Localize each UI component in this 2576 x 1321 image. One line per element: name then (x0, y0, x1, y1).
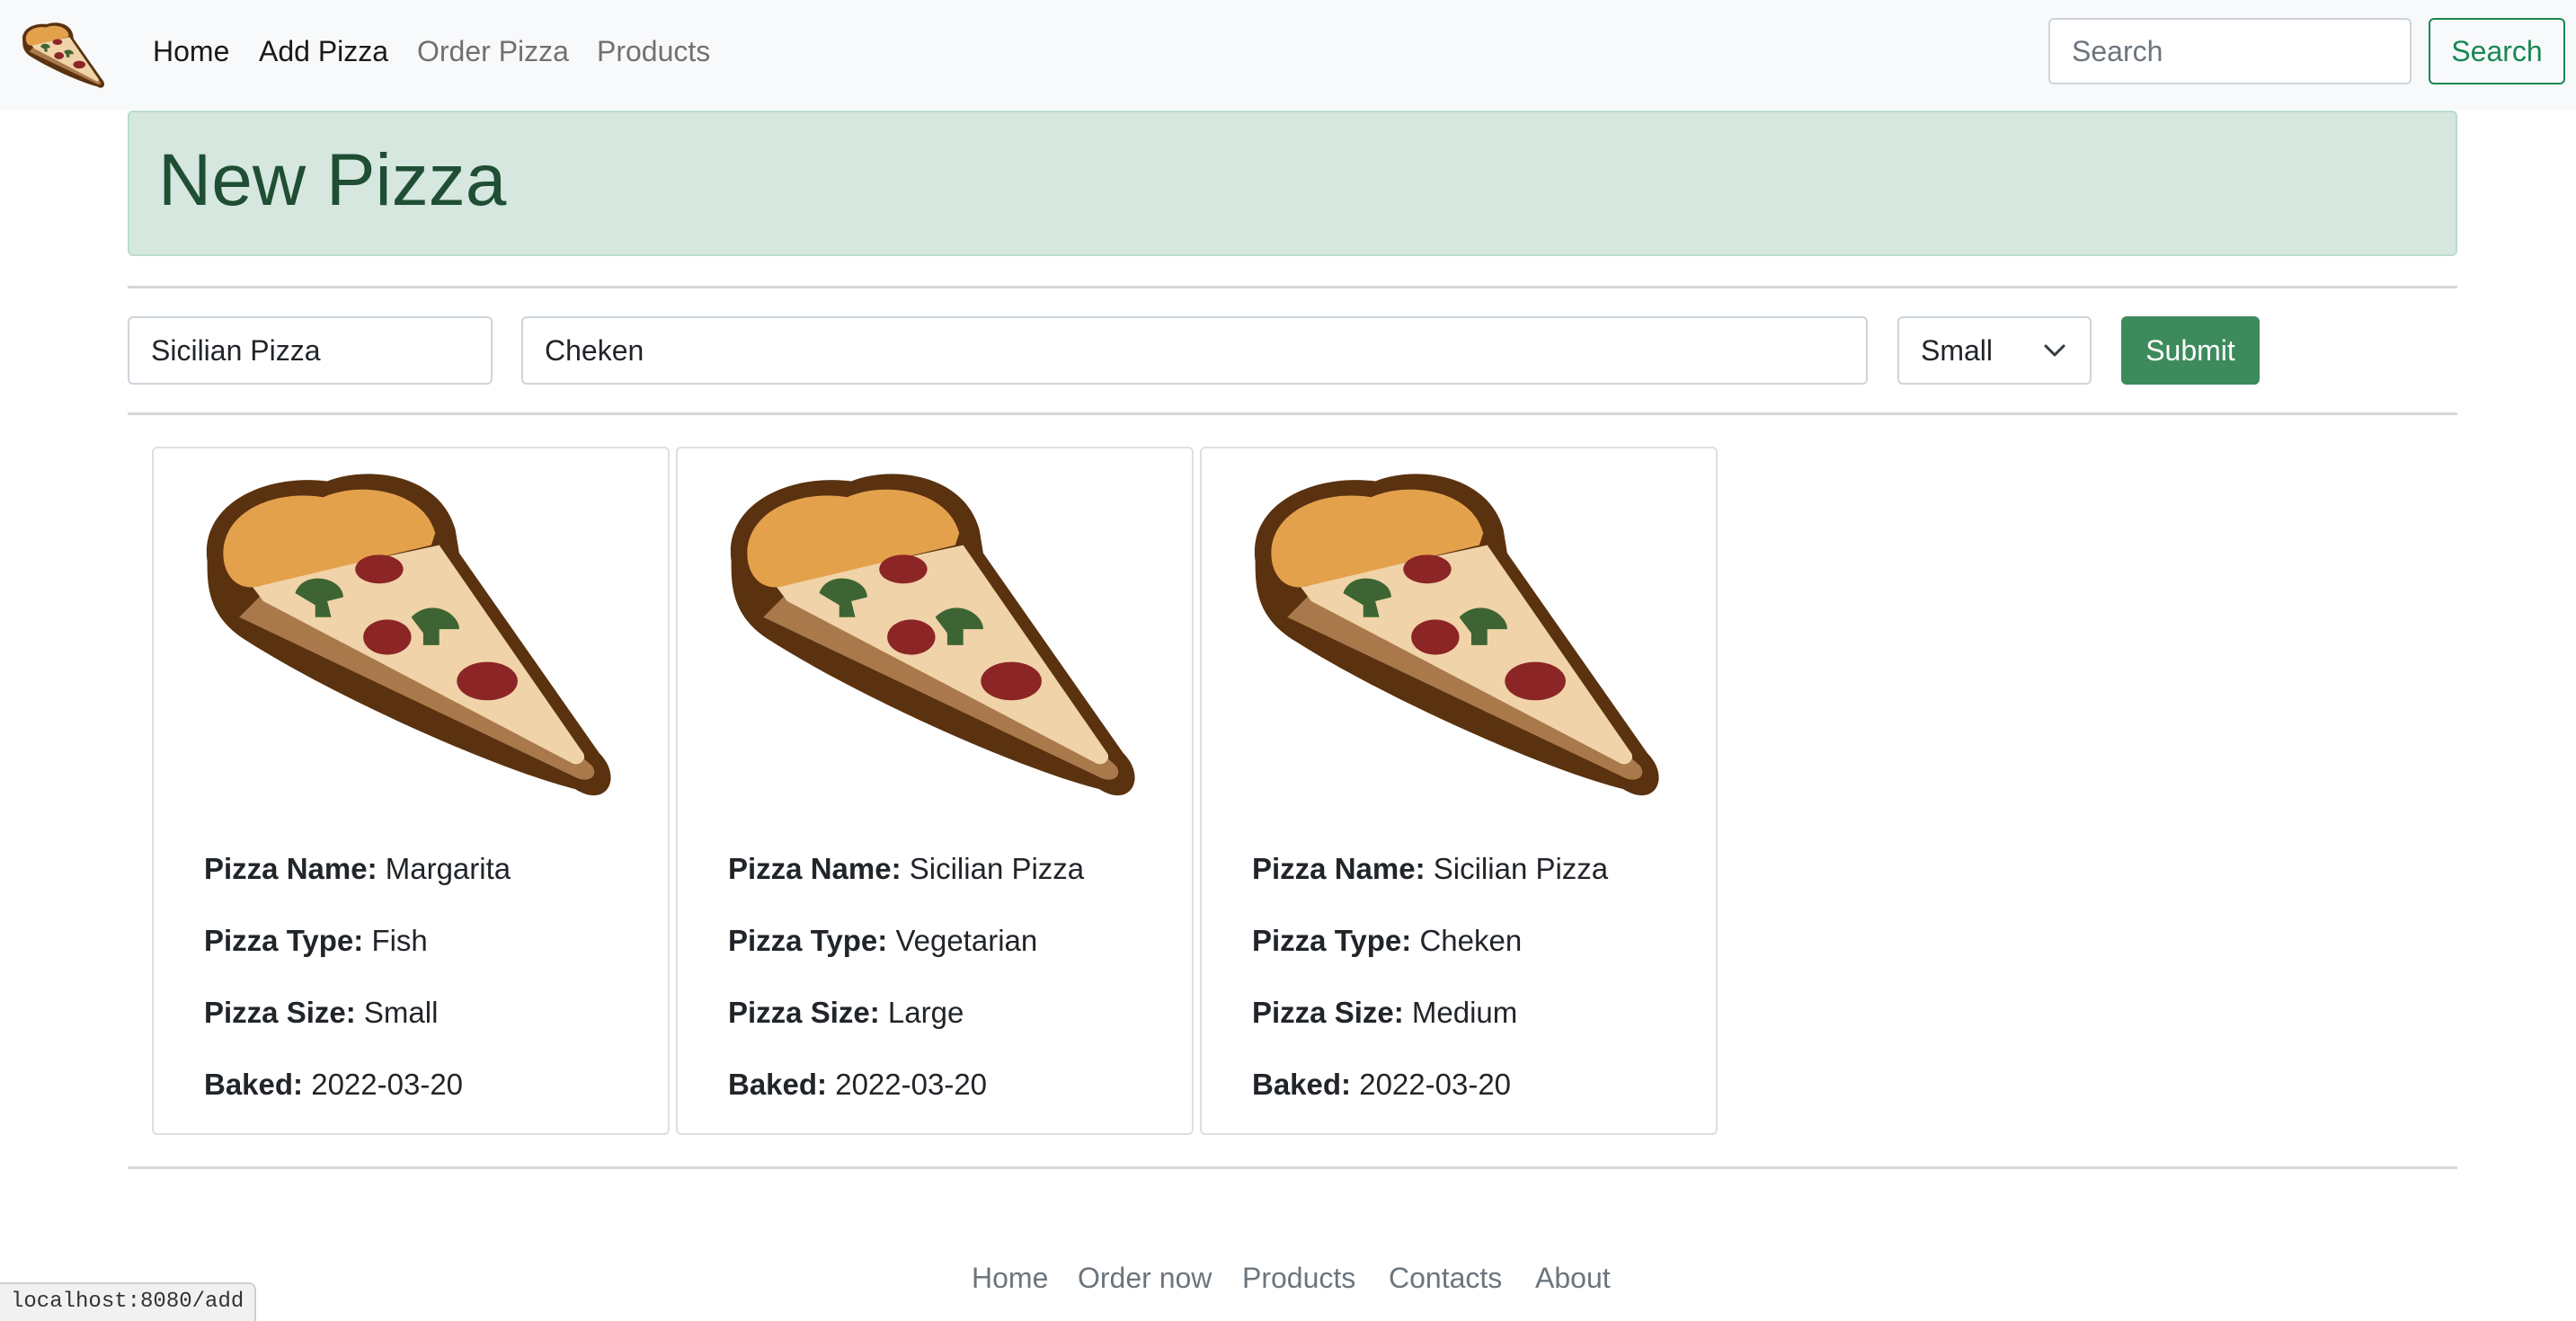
submit-button[interactable]: Submit (2121, 316, 2260, 385)
pizza-type-row: Pizza Type: Cheken (1252, 924, 1523, 957)
footer-link-order-now[interactable]: Order now (1078, 1258, 1212, 1298)
page-title: New Pizza (158, 139, 507, 221)
search-button[interactable]: Search (2429, 18, 2565, 84)
nav-order-pizza[interactable]: Order Pizza (417, 29, 569, 74)
pizza-slice-icon (206, 474, 611, 796)
page-header: New Pizza (128, 111, 2457, 256)
divider (128, 412, 2457, 415)
pizza-slice-icon (730, 474, 1135, 796)
pizza-size-row: Pizza Size: Small (204, 996, 439, 1029)
pizza-baked-row: Baked: 2022-03-20 (204, 1068, 464, 1101)
nav-add-pizza[interactable]: Add Pizza (259, 29, 388, 74)
pizza-baked-row: Baked: 2022-03-20 (728, 1068, 988, 1101)
pizza-type-row: Pizza Type: Vegetarian (728, 924, 1038, 957)
pizza-name-row: Pizza Name: Sicilian Pizza (728, 852, 1085, 885)
search-input[interactable] (2048, 18, 2412, 84)
pizza-slice-icon (1254, 474, 1659, 796)
nav-home[interactable]: Home (153, 29, 229, 74)
status-bar-url: localhost:8080/add (0, 1282, 257, 1321)
nav-products[interactable]: Products (597, 29, 710, 74)
pizza-size-row: Pizza Size: Large (728, 996, 964, 1029)
chevron-down-icon (2044, 344, 2065, 357)
pizza-baked-row: Baked: 2022-03-20 (1252, 1068, 1512, 1101)
footer-link-about[interactable]: About (1535, 1258, 1611, 1298)
pizza-card: Pizza Name: Margarita Pizza Type: Fish P… (152, 447, 670, 1135)
pizza-slice-icon[interactable] (16, 13, 113, 99)
footer-link-home[interactable]: Home (972, 1258, 1048, 1298)
pizza-name-row: Pizza Name: Sicilian Pizza (1252, 852, 1609, 885)
divider (128, 286, 2457, 288)
pizza-name-row: Pizza Name: Margarita (204, 852, 511, 885)
footer-link-contacts[interactable]: Contacts (1389, 1258, 1502, 1298)
divider (128, 1166, 2457, 1169)
navbar: Home Add Pizza Order Pizza Products Sear… (0, 0, 2576, 110)
pizza-card: Pizza Name: Sicilian Pizza Pizza Type: V… (676, 447, 1194, 1135)
pizza-size-selected: Small (1921, 334, 1994, 367)
pizza-card: Pizza Name: Sicilian Pizza Pizza Type: C… (1200, 447, 1718, 1135)
pizza-size-select[interactable]: Small (1897, 316, 2092, 385)
pizza-name-input[interactable]: Sicilian Pizza (128, 316, 493, 385)
pizza-type-input[interactable]: Cheken (521, 316, 1868, 385)
pizza-size-row: Pizza Size: Medium (1252, 996, 1518, 1029)
footer-link-products[interactable]: Products (1242, 1258, 1355, 1298)
pizza-type-row: Pizza Type: Fish (204, 924, 428, 957)
